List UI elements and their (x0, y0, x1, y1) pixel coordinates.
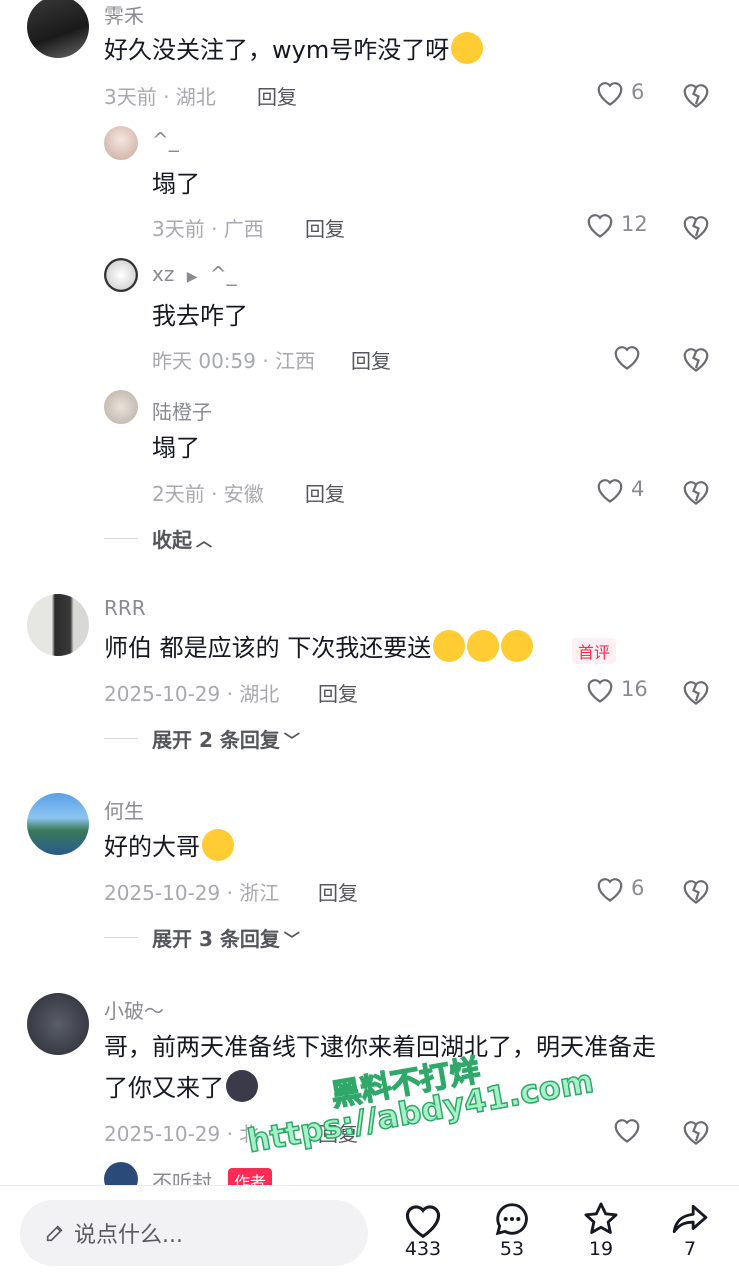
comment-total: 53 (499, 1238, 525, 1260)
divider (104, 738, 138, 739)
like-action[interactable]: 433 (393, 1200, 453, 1260)
like-total: 433 (404, 1238, 442, 1260)
heart-icon (405, 1205, 441, 1238)
comment-text: 好久没关注了，wym号咋没了呀 (104, 32, 484, 68)
expand-replies-button[interactable]: 展开 2 条回复 ﹀ (104, 724, 300, 753)
comment-text: 好的大哥 (104, 829, 234, 865)
reply-to-username: ^_ (209, 262, 237, 286)
comment-username[interactable]: RRR (104, 596, 146, 620)
chevron-down-icon: ﹀ (283, 929, 300, 949)
comment-username[interactable]: 霁禾 (104, 0, 144, 29)
comment-text: 我去咋了 (152, 302, 248, 330)
avatar[interactable] (104, 126, 138, 160)
chevron-down-icon: ﹀ (283, 730, 300, 750)
divider (104, 538, 138, 539)
like-button[interactable] (612, 342, 642, 370)
heart-icon (597, 878, 623, 902)
dislike-icon[interactable] (681, 476, 711, 506)
like-button[interactable]: 12 (585, 210, 648, 238)
like-button[interactable]: 16 (585, 675, 648, 703)
comment-username[interactable]: ^_ (152, 128, 179, 152)
like-count: 6 (631, 80, 645, 104)
share-action[interactable]: 7 (660, 1200, 720, 1260)
pencil-icon (46, 1225, 63, 1242)
dislike-icon[interactable] (681, 1116, 711, 1146)
like-count: 16 (621, 677, 648, 701)
comment-text-line2: 了你又来了 (104, 1070, 258, 1106)
star-icon (584, 1202, 618, 1234)
comment-meta: 3天前 · 湖北 (104, 85, 216, 109)
like-button[interactable]: 6 (595, 78, 644, 106)
comment-input[interactable]: 说点什么... (20, 1200, 368, 1266)
like-count: 4 (631, 477, 645, 501)
comment-action[interactable]: 53 (482, 1200, 542, 1260)
comment-text-line1: 哥，前两天准备线下逮你来着回湖北了，明天准备走 (104, 1033, 656, 1061)
crying-emoji-icon (202, 829, 234, 861)
avatar[interactable] (104, 390, 138, 424)
avatar[interactable] (27, 0, 89, 58)
avatar[interactable] (27, 793, 89, 855)
like-button[interactable]: 4 (595, 475, 644, 503)
reply-button[interactable]: 回复 (257, 81, 297, 110)
like-button[interactable]: 6 (595, 874, 644, 902)
share-total: 7 (683, 1238, 697, 1260)
heart-icon (587, 679, 613, 703)
reply-arrow-icon: ▶ (186, 269, 198, 285)
emoji-icon (467, 630, 500, 662)
emoji-icon (501, 630, 534, 662)
dislike-icon[interactable] (681, 343, 711, 373)
comment-meta: 2天前 · 安徽 (152, 482, 264, 506)
favorite-total: 19 (588, 1238, 614, 1260)
heart-icon (597, 82, 623, 106)
reply-button[interactable]: 回复 (318, 877, 358, 906)
reply-button[interactable]: 回复 (305, 478, 345, 507)
comment-meta: 2025-10-29 · 浙江 (104, 881, 280, 905)
like-button[interactable] (612, 1115, 642, 1143)
avatar[interactable] (27, 993, 89, 1055)
heart-icon (614, 346, 640, 370)
emoji-icon (433, 630, 466, 662)
like-count: 12 (621, 212, 648, 236)
favorite-action[interactable]: 19 (571, 1200, 631, 1260)
heart-icon (587, 214, 613, 238)
moon-emoji-icon (226, 1070, 258, 1102)
comment-text: 塌了 (152, 170, 200, 198)
dislike-icon[interactable] (681, 676, 711, 706)
comment-bubble-icon (495, 1203, 528, 1236)
comment-username[interactable]: xz ▶ ^_ (152, 262, 237, 286)
reply-button[interactable]: 回复 (305, 213, 345, 242)
comment-text: 师伯 都是应该的 下次我还要送 (104, 630, 534, 666)
collapse-replies-button[interactable]: 收起 ︿ (104, 524, 212, 553)
comment-username[interactable]: 陆橙子 (152, 396, 212, 425)
comment-text: 塌了 (152, 434, 200, 462)
heart-icon (614, 1119, 640, 1143)
comment-meta: 昨天 00:59 · 江西 (152, 349, 316, 373)
first-comment-badge: 首评 (572, 638, 617, 664)
like-count: 6 (631, 876, 645, 900)
heart-icon (597, 479, 623, 503)
dislike-icon[interactable] (681, 79, 711, 109)
reply-button[interactable]: 回复 (318, 678, 358, 707)
comment-meta: 2025-10-29 · 湖北 (104, 682, 280, 706)
divider (104, 937, 138, 938)
chevron-up-icon: ︿ (196, 530, 213, 550)
comment-meta: 2025-10-29 · 北 (104, 1122, 260, 1146)
expand-replies-button[interactable]: 展开 3 条回复 ﹀ (104, 923, 300, 952)
avatar[interactable] (104, 258, 138, 292)
reply-button[interactable]: 回复 (351, 345, 391, 374)
dislike-icon[interactable] (681, 211, 711, 241)
bottom-bar: 说点什么... 433 53 19 7 (0, 1185, 739, 1280)
share-arrow-icon (672, 1204, 708, 1234)
comment-meta: 3天前 · 广西 (152, 217, 264, 241)
avatar[interactable] (27, 594, 89, 656)
comment-username[interactable]: 何生 (104, 795, 144, 824)
comment-username[interactable]: 小破～ (104, 995, 164, 1024)
dislike-icon[interactable] (681, 875, 711, 905)
emoji-icon (451, 32, 484, 64)
